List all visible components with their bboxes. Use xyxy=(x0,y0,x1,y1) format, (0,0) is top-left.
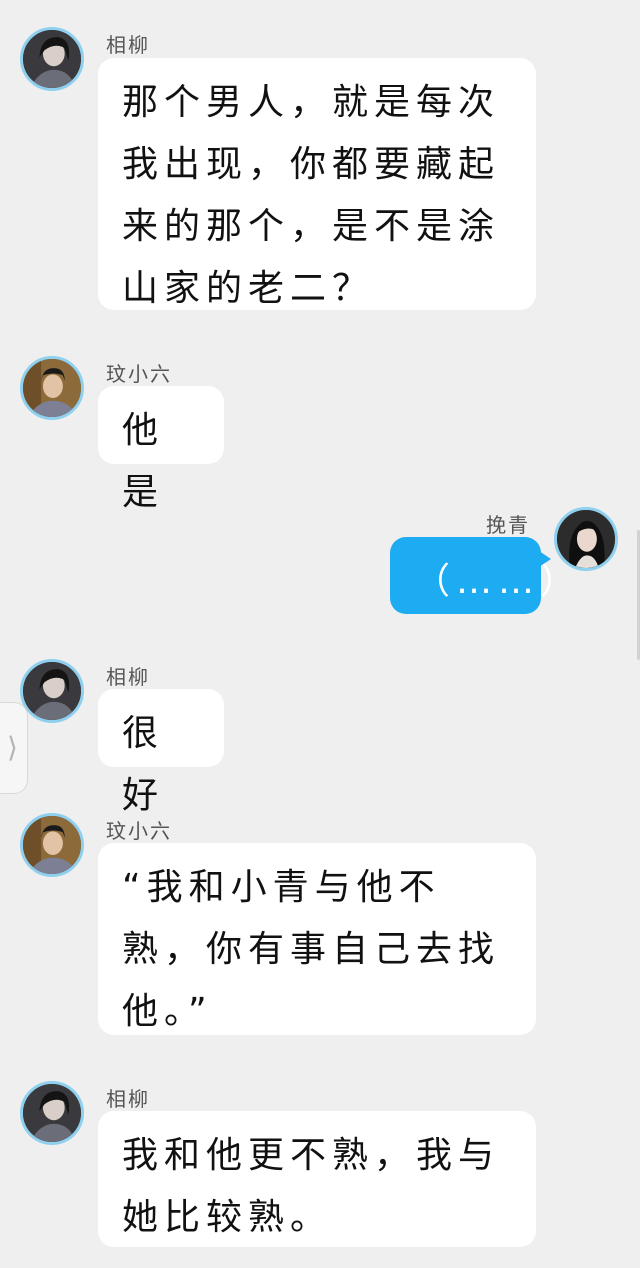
person-in-hat-avatar[interactable] xyxy=(20,813,84,877)
chat-thread: 相柳 那个男人，就是每次我出现，你都要藏起来的那个，是不是涂山家的老二？ 玟小六… xyxy=(0,0,640,1268)
sender-name: 相柳 xyxy=(106,1087,150,1111)
dark-haired-person-avatar[interactable] xyxy=(20,27,84,91)
dark-haired-person-avatar[interactable] xyxy=(20,659,84,723)
dark-haired-person-avatar[interactable] xyxy=(20,1081,84,1145)
message-bubble: 很好 xyxy=(98,689,224,816)
person-in-hat-avatar[interactable] xyxy=(20,356,84,420)
chevron-right-icon: ⟩ xyxy=(7,731,18,764)
message-bubble: 他是 xyxy=(98,386,224,513)
side-panel-toggle[interactable]: ⟩ xyxy=(0,702,28,794)
sender-name: 挽青 xyxy=(486,513,530,537)
message-bubble: 我和他更不熟，我与她比较熟。 xyxy=(98,1111,536,1247)
message-bubble: “我和小青与他不熟，你有事自己去找他。” xyxy=(98,843,536,1035)
sender-name: 玟小六 xyxy=(106,362,172,386)
sender-name: 玟小六 xyxy=(106,819,172,843)
sender-name: 相柳 xyxy=(106,33,150,57)
sender-name: 相柳 xyxy=(106,665,150,689)
message-bubble: 那个男人，就是每次我出现，你都要藏起来的那个，是不是涂山家的老二？ xyxy=(98,58,536,310)
message-bubble: （……） xyxy=(390,537,576,614)
